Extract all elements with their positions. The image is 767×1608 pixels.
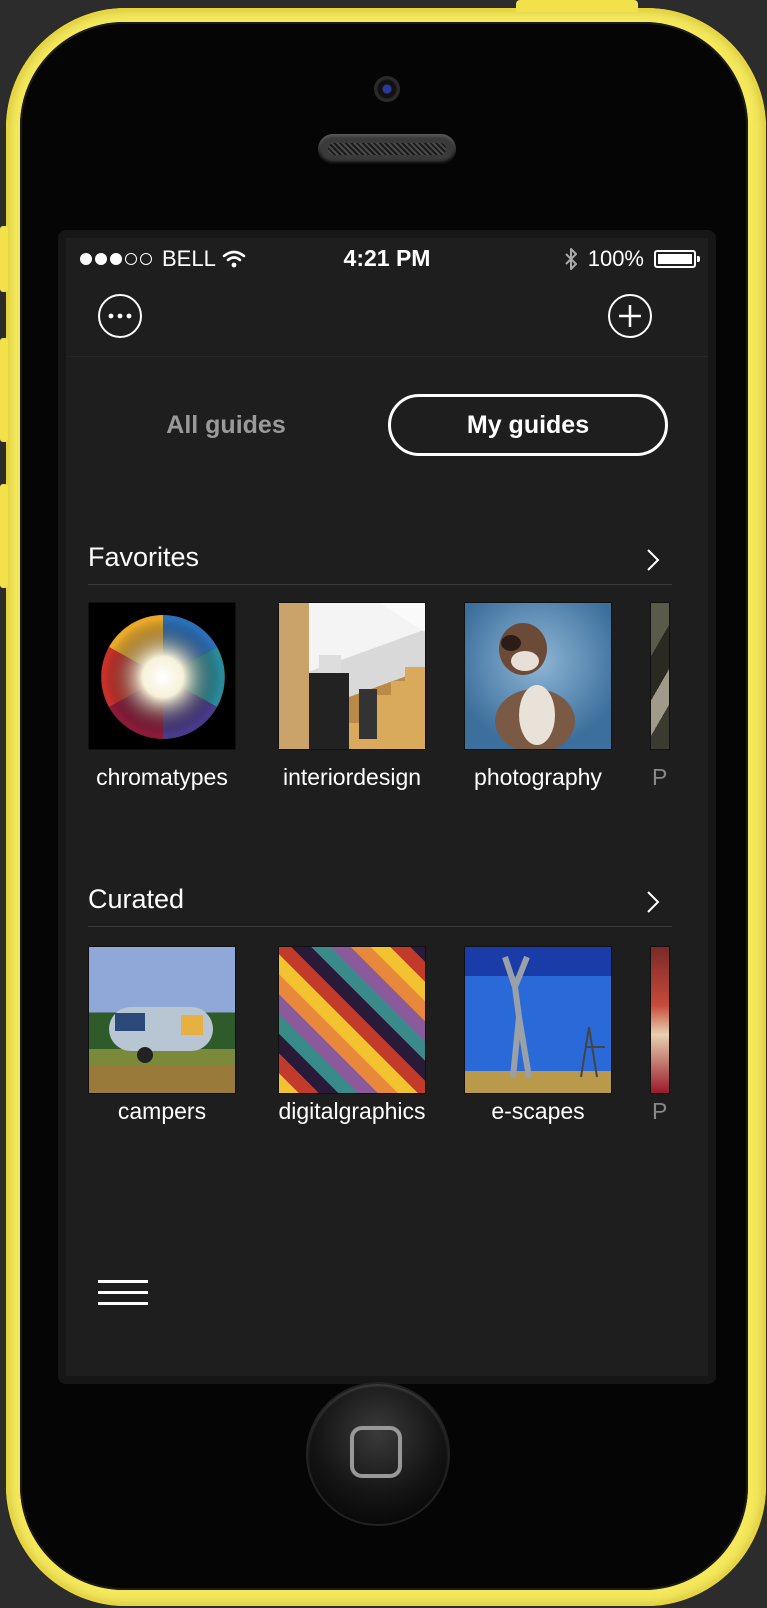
add-guide-button[interactable] xyxy=(608,294,652,338)
guide-thumbnail xyxy=(650,946,670,1094)
guide-label: chromatypes xyxy=(96,764,228,790)
sleep-button xyxy=(516,0,638,12)
guide-thumbnail xyxy=(464,946,612,1094)
curated-row: campers digitalgraphics e-scapes P xyxy=(88,946,708,1146)
guide-label: digitalgraphics xyxy=(278,1098,426,1124)
guide-digitalgraphics[interactable]: digitalgraphics xyxy=(278,946,426,1124)
guide-peek[interactable]: P xyxy=(650,602,670,790)
guide-photography[interactable]: photography xyxy=(464,602,612,790)
guide-thumbnail xyxy=(88,602,236,750)
favorites-row: chromatypes interiordesign photography P xyxy=(88,602,708,802)
more-button[interactable] xyxy=(98,294,142,338)
guide-campers[interactable]: campers xyxy=(88,946,236,1124)
hamburger-menu-button[interactable] xyxy=(98,1278,148,1308)
battery-icon xyxy=(654,250,700,268)
guide-interiordesign[interactable]: interiordesign xyxy=(278,602,426,790)
app-screen: BELL 4:21 PM 100% All guides My guides F… xyxy=(66,238,708,1376)
guide-e-scapes[interactable]: e-scapes xyxy=(464,946,612,1124)
chevron-right-icon xyxy=(647,549,660,571)
section-title: Curated xyxy=(88,884,185,914)
guide-thumbnail xyxy=(464,602,612,750)
tab-all-guides[interactable]: All guides xyxy=(86,394,366,456)
guide-label: photography xyxy=(474,764,602,790)
guide-peek[interactable]: P xyxy=(650,946,670,1124)
bluetooth-icon xyxy=(565,248,577,270)
front-camera xyxy=(374,76,400,102)
guide-thumbnail xyxy=(650,602,670,750)
guide-label: interiordesign xyxy=(282,764,422,790)
home-button[interactable] xyxy=(308,1384,448,1524)
nav-divider xyxy=(66,356,708,357)
battery-percent: 100% xyxy=(587,246,644,271)
guide-thumbnail xyxy=(278,602,426,750)
section-header-favorites[interactable]: Favorites xyxy=(88,536,672,585)
hamburger-menu-icon xyxy=(98,1280,148,1283)
section-header-curated[interactable]: Curated xyxy=(88,878,672,927)
guide-label: P xyxy=(652,1098,668,1124)
guide-label: P xyxy=(652,764,668,790)
plus-icon xyxy=(619,305,641,327)
chevron-right-icon xyxy=(647,891,660,913)
volume-up-button xyxy=(0,338,8,442)
section-title: Favorites xyxy=(88,542,200,572)
guide-label: e-scapes xyxy=(491,1098,585,1124)
guide-label: campers xyxy=(117,1098,207,1124)
earpiece-speaker xyxy=(318,134,456,164)
home-square-icon xyxy=(350,1426,402,1478)
status-bar: BELL 4:21 PM 100% xyxy=(66,238,708,278)
volume-down-button xyxy=(0,484,8,588)
tab-my-guides[interactable]: My guides xyxy=(388,394,668,456)
mute-switch xyxy=(0,226,8,292)
more-icon xyxy=(108,313,132,319)
guide-thumbnail xyxy=(88,946,236,1094)
guide-chromatypes[interactable]: chromatypes xyxy=(88,602,236,790)
guide-thumbnail xyxy=(278,946,426,1094)
